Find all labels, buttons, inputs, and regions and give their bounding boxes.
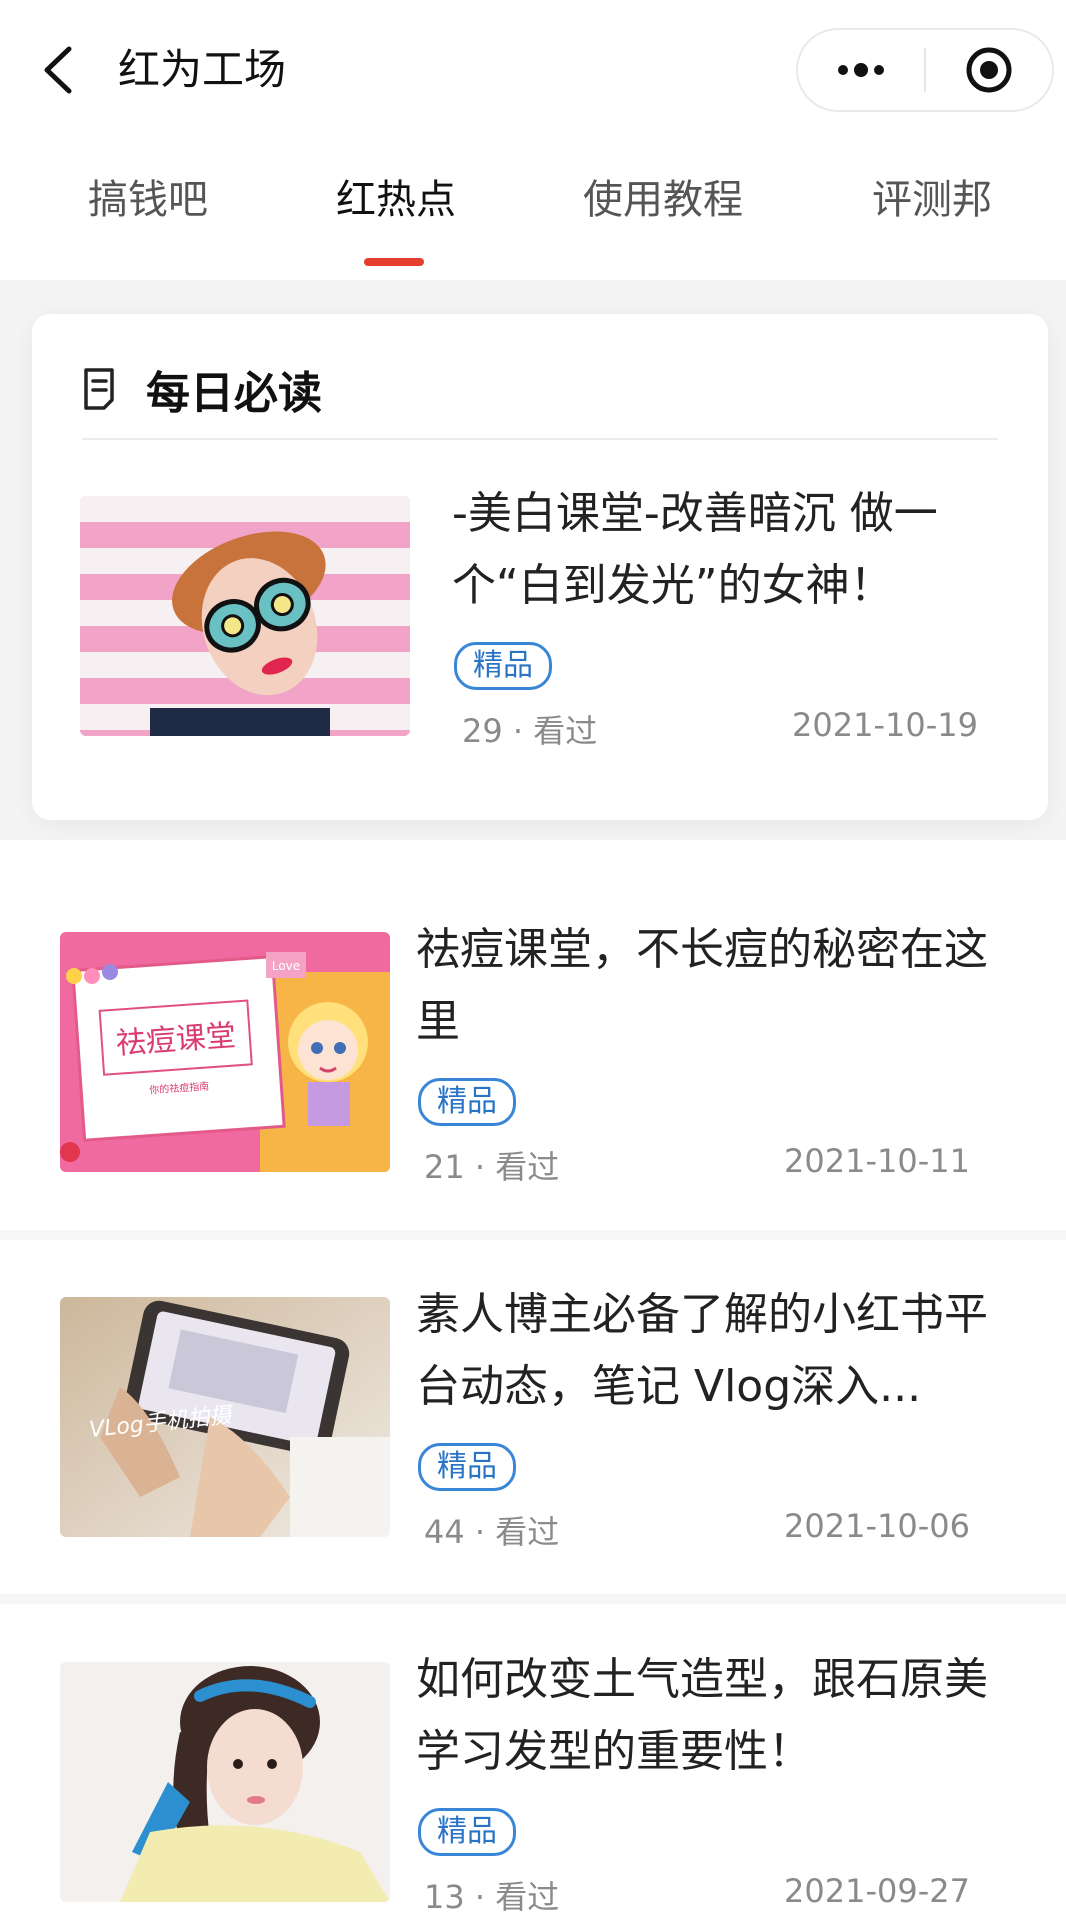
active-tab-indicator [364,258,424,266]
back-button[interactable] [30,38,86,102]
article-thumbnail: VLog手机拍摄 [60,1297,390,1537]
article-title: 如何改变土气造型，跟石原美学习发型的重要性！ [416,1654,988,1777]
target-close-icon [966,47,1012,93]
view-count: 44 · 看过 [424,1513,560,1551]
page-title: 红为工场 [118,45,287,94]
quality-badge: 精品 [418,1078,516,1126]
publish-date: 2021-10-19 [792,706,978,744]
tab-pingceban[interactable]: 评测邦 [870,160,994,240]
card-header: 每日必读 [82,356,322,422]
mini-program-capsule [796,28,1054,112]
publish-date: 2021-09-27 [784,1872,970,1910]
row-separator [0,1230,1066,1240]
article-title: 祛痘课堂，不长痘的秘密在这里 [416,924,988,1047]
article-title: -美白课堂-改善暗沉 做一个“白到发光”的女神！ [452,488,938,611]
quality-badge: 精品 [454,642,552,690]
featured-article[interactable]: -美白课堂-改善暗沉 做一个“白到发光”的女神！ 精品 29 · 看过 2021… [80,488,1000,750]
tab-shiyongjiaocheng[interactable]: 使用教程 [580,160,746,240]
navigation-bar: 红为工场 [0,0,1066,140]
view-count: 13 · 看过 [424,1878,560,1916]
article-thumbnail [60,1662,390,1902]
close-button[interactable] [926,30,1052,110]
more-button[interactable] [798,30,924,110]
section-title: 每日必读 [146,368,322,419]
quality-badge: 精品 [418,1443,516,1491]
publish-date: 2021-10-11 [784,1142,970,1180]
category-tabs: 搞钱吧 红热点 使用教程 评测邦 [0,160,1066,266]
list-item[interactable]: VLog手机拍摄 素人博主必备了解的小红书平台动态，笔记 Vlog深入... 精… [60,1289,988,1551]
article-thumbnail [80,496,410,736]
view-count: 29 · 看过 [462,712,598,750]
tab-gaoqianba[interactable]: 搞钱吧 [86,160,210,240]
chevron-left-icon [44,46,72,94]
article-thumbnail: 祛痘课堂 你的祛痘指南 Love [60,932,390,1172]
divider [82,438,998,440]
thumbnail-love-text: Love [272,959,300,973]
view-count: 21 · 看过 [424,1148,560,1186]
featured-card: 每日必读 -美白课堂-改善暗沉 做一个“白到发光”的女神！ 精品 29 · 看过… [32,314,1048,820]
more-dots-icon [838,63,884,77]
tab-hongredian[interactable]: 红热点 [334,160,458,240]
list-item[interactable]: 如何改变土气造型，跟石原美学习发型的重要性！ 精品 13 · 看过 2021-0… [60,1654,988,1916]
article-title: 素人博主必备了解的小红书平台动态，笔记 Vlog深入... [416,1289,988,1412]
document-icon [84,368,114,410]
publish-date: 2021-10-06 [784,1507,970,1545]
row-separator [0,1594,1066,1604]
quality-badge: 精品 [418,1808,516,1856]
list-item[interactable]: 祛痘课堂 你的祛痘指南 Love 祛痘课堂，不长痘的秘密在这里 精品 21 · … [60,924,988,1186]
